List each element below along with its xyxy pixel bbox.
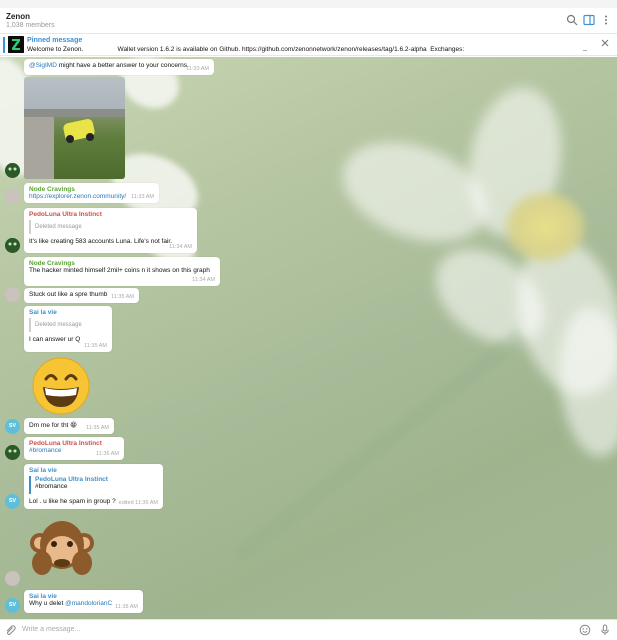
sender-name[interactable]: Sai la vie	[29, 593, 138, 600]
photo-driveway	[24, 117, 54, 179]
grin-emoji-sticker[interactable]	[32, 357, 90, 415]
avatar-image	[5, 445, 20, 460]
message-bubble[interactable]: Sai la vie Why u delet @mandolorianC 11:…	[24, 590, 143, 613]
photo-attachment[interactable]	[24, 77, 125, 179]
message-time: 11:38 AM	[115, 604, 138, 610]
reply-text: #bromance	[35, 483, 68, 490]
photo-toy-wheel	[86, 133, 94, 141]
avatar-image	[5, 163, 20, 178]
sender-name[interactable]: Sai la vie	[29, 309, 107, 316]
reply-sender-name: PedoLuna Ultra Instinct	[35, 476, 108, 483]
reply-text: Deleted message	[35, 322, 82, 328]
reply-preview[interactable]: Deleted message	[29, 318, 107, 332]
sidebar-toggle-icon[interactable]	[583, 14, 595, 26]
zenon-logo-icon	[8, 36, 24, 53]
message-time: 11:35 AM	[84, 343, 107, 349]
member-count[interactable]: 1,038 members	[6, 22, 55, 29]
photo-road	[24, 109, 125, 117]
message-bubble[interactable]: Node Cravings The hacker minted himself …	[24, 257, 220, 286]
sender-name[interactable]: PedoLuna Ultra Instinct	[29, 211, 192, 218]
message-bubble[interactable]: PedoLuna Ultra Instinct Deleted message …	[24, 208, 197, 253]
message-text: I can answer ur Q	[29, 336, 81, 343]
wallpaper-flower-center	[505, 192, 585, 262]
message-bubble[interactable]: Sai la vie Deleted message I can answer …	[24, 306, 112, 352]
message-time: edited 11:36 AM	[118, 500, 158, 506]
message-time: 11:35 AM	[111, 294, 134, 300]
reply-preview[interactable]: Deleted message	[29, 220, 192, 234]
message-time: 11:36 AM	[96, 451, 119, 457]
message-bubble[interactable]: Sai la vie PedoLuna Ultra Instinct #brom…	[24, 464, 163, 509]
message-bubble[interactable]: Stuck out like a spre thumb 11:35 AM	[24, 288, 139, 303]
reply-text: Deleted message	[35, 224, 82, 230]
attach-icon[interactable]	[4, 624, 16, 636]
avatar[interactable]	[5, 571, 20, 586]
sender-name[interactable]: PedoLuna Ultra Instinct	[29, 440, 119, 447]
message-text: Why u delet	[29, 600, 66, 607]
pinned-collapse[interactable]: _	[583, 44, 587, 51]
message-bubble[interactable]: PedoLuna Ultra Instinct #bromance 11:36 …	[24, 437, 124, 460]
pinned-accent-bar	[3, 37, 5, 53]
pinned-label: Pinned message	[27, 37, 83, 44]
close-icon[interactable]	[600, 38, 610, 48]
message-text: The hacker minted himself 2mil+ coins n …	[29, 267, 210, 274]
message-bubble[interactable]: Node Cravings https://explorer.zenon.com…	[24, 183, 159, 203]
avatar[interactable]	[5, 189, 20, 204]
avatar[interactable]	[5, 238, 20, 253]
message-time: 11:33 AM	[186, 66, 209, 72]
message-text: It's like creating 583 accounts Luna. Li…	[29, 238, 173, 245]
avatar[interactable]: SV	[5, 419, 20, 434]
pinned-message-bar[interactable]: Pinned message Welcome to Zenon. Wallet …	[0, 34, 617, 56]
message-bubble[interactable]: Dm me for tht 😁 11:35 AM	[24, 418, 114, 434]
mention-link[interactable]: @mandolorianC	[65, 600, 112, 607]
avatar[interactable]: SV	[5, 494, 20, 509]
more-vertical-icon[interactable]	[600, 14, 612, 26]
avatar[interactable]	[5, 163, 20, 178]
message-composer: Write a message...	[0, 619, 617, 640]
window-top-strip	[0, 0, 617, 8]
avatar[interactable]	[5, 445, 20, 460]
message-text: might have a better answer to your conce…	[56, 62, 189, 69]
chat-header: Zenon 1,038 members	[0, 8, 617, 34]
emoji-icon[interactable]	[579, 624, 591, 636]
message-time: 11:34 AM	[192, 277, 215, 283]
photo-toy-wheel	[66, 135, 74, 143]
sender-name[interactable]: Node Cravings	[29, 186, 154, 193]
microphone-icon[interactable]	[599, 624, 611, 636]
avatar[interactable]: SV	[5, 598, 20, 613]
reply-preview[interactable]: PedoLuna Ultra Instinct #bromance	[29, 476, 158, 494]
message-time: 11:33 AM	[131, 194, 154, 200]
search-icon[interactable]	[566, 14, 578, 26]
avatar-image	[5, 238, 20, 253]
message-bubble[interactable]: @SigIMD might have a better answer to yo…	[24, 59, 214, 75]
sender-name[interactable]: Node Cravings	[29, 260, 215, 267]
mention-link[interactable]: @SigIMD	[29, 62, 57, 69]
chat-title[interactable]: Zenon	[6, 12, 30, 21]
pinned-text: Welcome to Zenon. Wallet version 1.6.2 i…	[27, 46, 465, 53]
message-time: 11:34 AM	[169, 244, 192, 250]
see-no-evil-monkey-sticker[interactable]	[28, 517, 96, 579]
sender-name[interactable]: Sai la vie	[29, 467, 158, 474]
message-time: 11:35 AM	[86, 425, 109, 431]
message-list[interactable]: @SigIMD might have a better answer to yo…	[0, 57, 617, 619]
wallpaper-stem	[232, 328, 528, 564]
message-input[interactable]: Write a message...	[22, 626, 80, 633]
avatar[interactable]	[5, 287, 20, 302]
